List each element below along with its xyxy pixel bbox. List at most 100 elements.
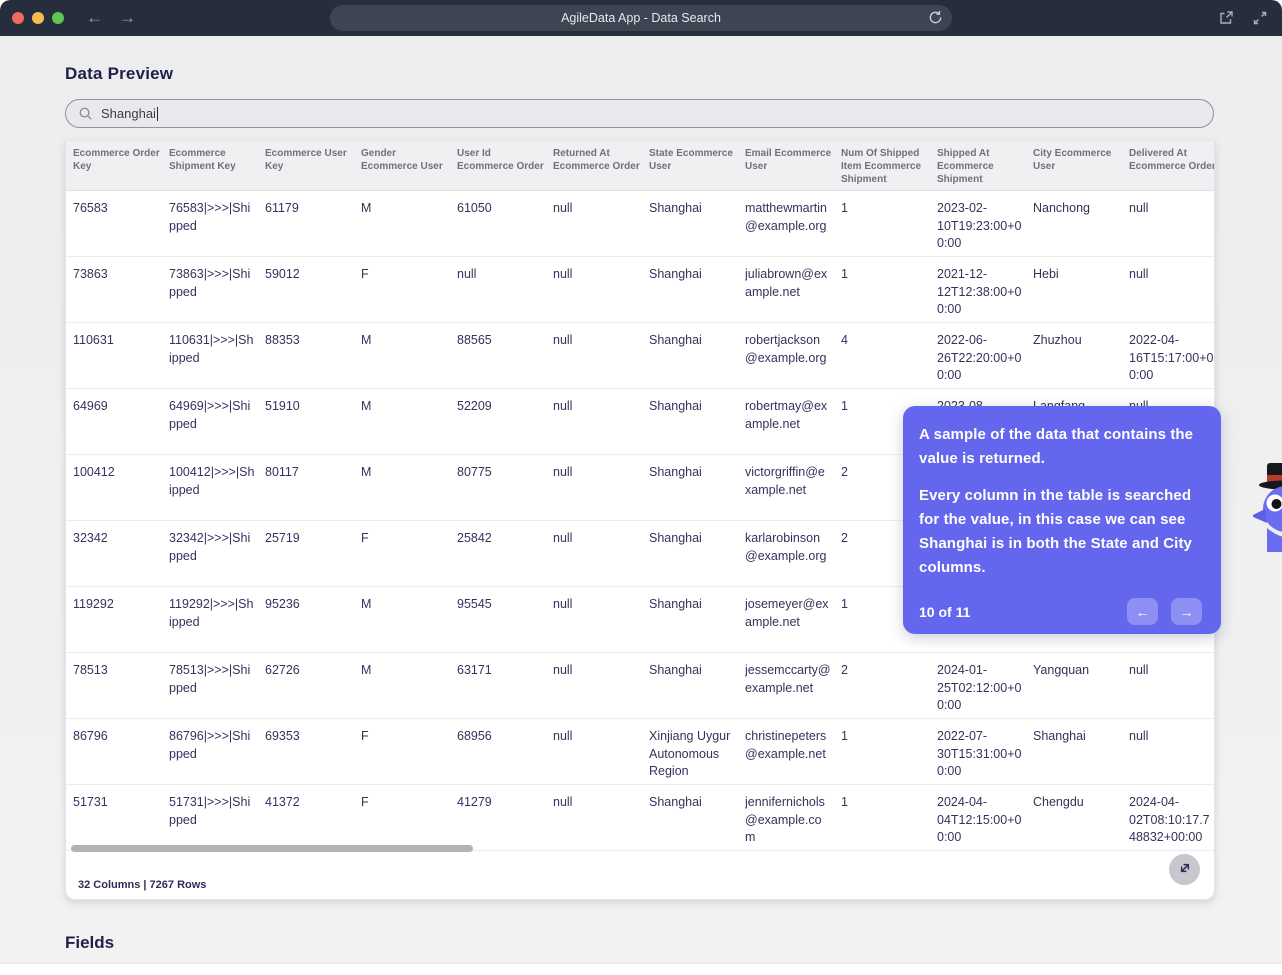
- column-header: Ecommerce Order Key: [73, 148, 160, 172]
- table-cell: robertjackson@example.org: [745, 333, 827, 365]
- table-cell: null: [553, 729, 573, 743]
- table-cell: 1: [841, 729, 848, 743]
- table-cell: 32342: [73, 531, 108, 545]
- table-cell: 2024-04-02T08:10:17.748832+00:00: [1129, 795, 1210, 844]
- tooltip-text-1: A sample of the data that contains the v…: [919, 426, 1194, 467]
- table-cell: F: [361, 531, 369, 545]
- table-row: 73863 73863|>>>|Shipped 59012 Fnull null Shan…: [66, 257, 1214, 323]
- table-cell: 1: [841, 795, 848, 809]
- table-cell: 4: [841, 333, 848, 347]
- table-cell: 51731: [73, 795, 108, 809]
- window-titlebar: ← → AgileData App - Data Search: [0, 0, 1282, 36]
- table-cell: null: [553, 201, 573, 215]
- table-cell: 2: [841, 663, 848, 677]
- minimize-window-button[interactable]: [32, 12, 44, 24]
- column-header: Returned At Ecommerce Order: [553, 148, 640, 172]
- fields-section-card: [0, 964, 1282, 975]
- table-cell: 64969|>>>|Shipped: [169, 399, 251, 431]
- reload-icon[interactable]: [928, 10, 943, 28]
- table-cell: M: [361, 333, 372, 347]
- table-cell: 61179: [265, 201, 299, 215]
- zoom-window-button[interactable]: [52, 12, 64, 24]
- table-cell: 61050: [457, 201, 492, 215]
- tooltip-prev-button[interactable]: ←: [1127, 598, 1158, 625]
- text-caret: [156, 106, 159, 121]
- table-cell: null: [553, 597, 573, 611]
- column-header: Shipped At Ecommerce Shipment: [937, 148, 994, 185]
- forward-button[interactable]: →: [119, 0, 136, 36]
- table-cell: 2021-12-12T12:38:00+00:00: [937, 267, 1022, 316]
- table-cell: null: [553, 465, 573, 479]
- column-header: Delivered At Ecommerce Order: [1129, 148, 1215, 172]
- table-cell: null: [553, 399, 573, 413]
- table-cell: 1: [841, 201, 848, 215]
- search-icon: [78, 106, 93, 121]
- tooltip-next-button[interactable]: →: [1171, 598, 1202, 625]
- table-cell: 2022-06-26T22:20:00+00:00: [937, 333, 1022, 382]
- column-header: Gender Ecommerce User: [361, 148, 443, 172]
- table-cell: Shanghai: [649, 399, 702, 413]
- table-cell: 88353: [265, 333, 300, 347]
- table-cell: 25719: [265, 531, 300, 545]
- table-cell: jennifernichols@example.com: [745, 795, 825, 844]
- penguin-tophat-icon: [1253, 463, 1282, 552]
- table-cell: 95545: [457, 597, 492, 611]
- table-cell: robertmay@example.net: [745, 399, 828, 431]
- table-cell: 110631|>>>|Shipped: [169, 333, 254, 365]
- table-cell: 41279: [457, 795, 492, 809]
- table-cell: 86796|>>>|Shipped: [169, 729, 251, 761]
- table-cell: 2022-04-16T15:17:00+00:00: [1129, 333, 1214, 382]
- table-cell: 2022-07-30T15:31:00+00:00: [937, 729, 1022, 778]
- table-cell: F: [361, 729, 369, 743]
- table-row: 110631 110631|>>>|Shipped 88353 M 88565 null S…: [66, 323, 1214, 389]
- close-window-button[interactable]: [12, 12, 24, 24]
- table-cell: 41372: [265, 795, 300, 809]
- expand-table-button[interactable]: [1169, 854, 1200, 885]
- table-cell: 52209: [457, 399, 492, 413]
- table-row: 76583 76583|>>>|Shipped 61179 M 61050 null Sha…: [66, 191, 1214, 257]
- table-cell: 78513|>>>|Shipped: [169, 663, 251, 695]
- column-header: Ecommerce User Key: [265, 148, 347, 172]
- open-external-icon[interactable]: [1218, 10, 1234, 31]
- horizontal-scrollbar-thumb[interactable]: [71, 845, 473, 852]
- table-cell: jessemccarty@example.net: [745, 663, 831, 695]
- table-cell: Xinjiang Uygur Autonomous Region: [649, 729, 731, 778]
- mascot-character: [1253, 462, 1282, 552]
- table-cell: 76583|>>>|Shipped: [169, 201, 251, 233]
- table-cell: null: [553, 663, 573, 677]
- table-cell: null: [1129, 201, 1149, 215]
- table-row: 86796 86796|>>>|Shipped 69353 F 68956 null Xin…: [66, 719, 1214, 785]
- table-cell: M: [361, 465, 372, 479]
- url-bar[interactable]: AgileData App - Data Search: [330, 5, 952, 31]
- table-header-row: Ecommerce Order Key Ecommerce Shipment Ke…: [66, 141, 1214, 191]
- back-button[interactable]: ←: [86, 0, 103, 36]
- table-cell: 100412: [73, 465, 115, 479]
- tooltip-step-counter: 10 of 11: [919, 603, 971, 620]
- table-cell: 76583: [73, 201, 108, 215]
- table-cell: juliabrown@example.net: [745, 267, 828, 299]
- onboarding-tooltip: A sample of the data that contains the v…: [903, 406, 1221, 634]
- fullscreen-icon[interactable]: [1252, 10, 1268, 31]
- table-cell: null: [553, 795, 573, 809]
- table-cell: josemeyer@example.net: [745, 597, 829, 629]
- table-cell: Hebi: [1033, 267, 1059, 281]
- table-cell: Shanghai: [649, 531, 702, 545]
- table-cell: null: [1129, 267, 1149, 281]
- table-cell: 68956: [457, 729, 492, 743]
- column-header: State Ecommerce User: [649, 148, 733, 172]
- diagonal-resize-icon: [1174, 857, 1196, 882]
- table-cell: 80117: [265, 465, 299, 479]
- table-cell: 100412|>>>|Shipped: [169, 465, 255, 497]
- table-cell: 59012: [265, 267, 300, 281]
- table-cell: null: [553, 267, 573, 281]
- table-cell: matthewmartin@example.org: [745, 201, 827, 233]
- page-title-text: AgileData App - Data Search: [561, 11, 721, 25]
- page-content: Data Preview Shanghai Ecommerce Order Ke…: [0, 36, 1282, 975]
- table-cell: Shanghai: [649, 597, 702, 611]
- table-cell: 2024-04-04T12:15:00+00:00: [937, 795, 1022, 844]
- search-input[interactable]: Shanghai: [65, 99, 1214, 128]
- table-cell: 73863: [73, 267, 108, 281]
- table-cell: F: [361, 267, 369, 281]
- table-cell: null: [553, 531, 573, 545]
- column-header: Num Of Shipped Item Ecommerce Shipment: [841, 148, 922, 185]
